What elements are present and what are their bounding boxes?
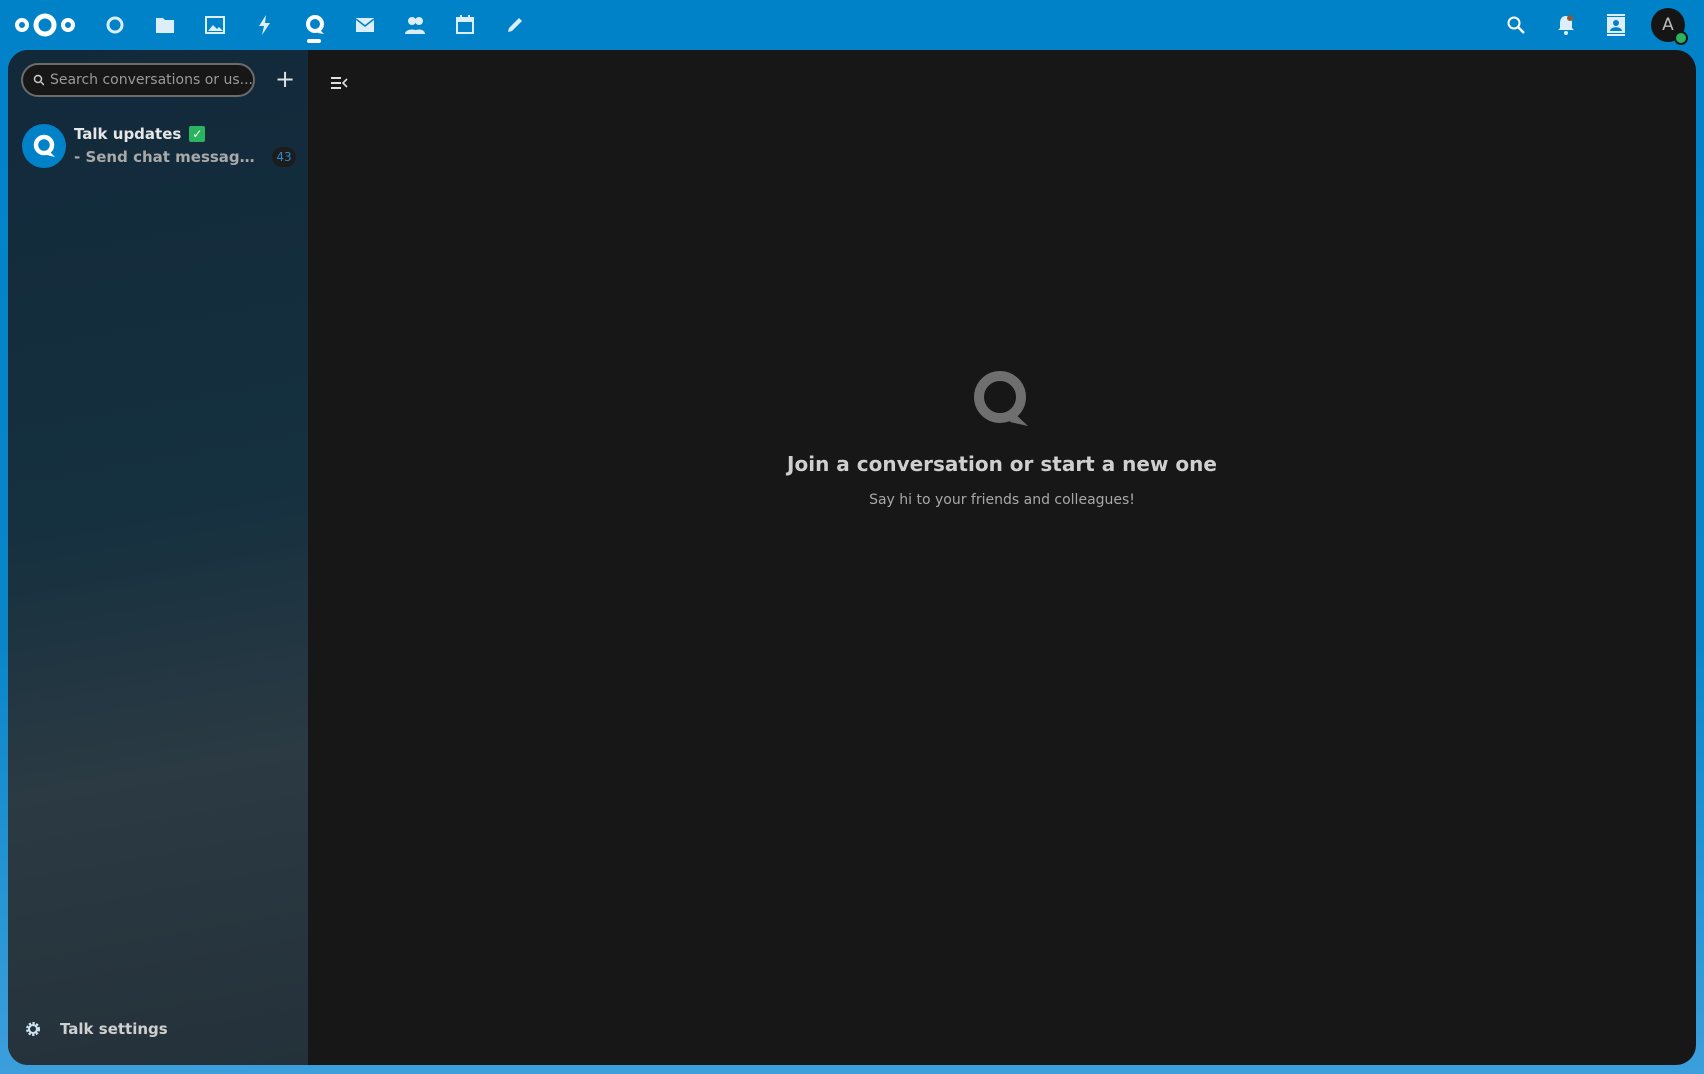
- conversation-avatar: [22, 124, 66, 168]
- app-content: Search conversations or us... + Talk upd…: [8, 50, 1696, 1065]
- user-avatar[interactable]: A: [1651, 8, 1688, 45]
- dashboard-icon[interactable]: [103, 13, 127, 37]
- contacts-menu-icon[interactable]: [1604, 13, 1628, 37]
- active-app-indicator: [307, 39, 321, 43]
- talk-settings-button[interactable]: Talk settings: [24, 1020, 168, 1038]
- conversations-sidebar: Search conversations or us... + Talk upd…: [8, 50, 308, 1065]
- conversation-item[interactable]: Talk updates ✓ - Send chat messages wit..…: [14, 116, 302, 172]
- menu-collapse-icon: [331, 77, 348, 89]
- notifications-bell-icon[interactable]: [1554, 13, 1578, 37]
- search-icon[interactable]: [1504, 13, 1528, 37]
- nextcloud-logo[interactable]: [14, 10, 76, 44]
- top-bar: A: [0, 0, 1704, 50]
- lightning-icon[interactable]: [253, 13, 277, 37]
- talk-icon[interactable]: [303, 13, 327, 37]
- talk-icon: [974, 371, 1028, 426]
- verified-check-icon: ✓: [189, 126, 206, 142]
- avatar-letter: A: [1662, 15, 1674, 35]
- mail-icon[interactable]: [353, 13, 377, 37]
- image-icon[interactable]: [203, 13, 227, 37]
- new-conversation-button[interactable]: +: [270, 65, 300, 95]
- search-placeholder: Search conversations or us...: [49, 72, 253, 88]
- talk-settings-label: Talk settings: [60, 1020, 168, 1038]
- pencil-icon[interactable]: [503, 13, 527, 37]
- empty-state: Join a conversation or start a new one S…: [308, 370, 1696, 508]
- calendar-icon[interactable]: [453, 13, 477, 37]
- conversation-title: Talk updates: [74, 125, 182, 143]
- conversation-last-message: - Send chat messages wit...: [74, 148, 264, 166]
- search-icon: [33, 74, 44, 86]
- gear-icon: [26, 1022, 40, 1036]
- empty-state-subtitle: Say hi to your friends and colleagues!: [869, 492, 1135, 508]
- toggle-sidebar-button[interactable]: [324, 70, 354, 96]
- search-input[interactable]: Search conversations or us...: [21, 63, 255, 97]
- folder-icon[interactable]: [153, 13, 177, 37]
- unread-count-badge: 43: [272, 147, 296, 167]
- status-online-dot: [1674, 31, 1688, 45]
- empty-state-title: Join a conversation or start a new one: [787, 452, 1217, 476]
- contacts-icon[interactable]: [403, 13, 427, 37]
